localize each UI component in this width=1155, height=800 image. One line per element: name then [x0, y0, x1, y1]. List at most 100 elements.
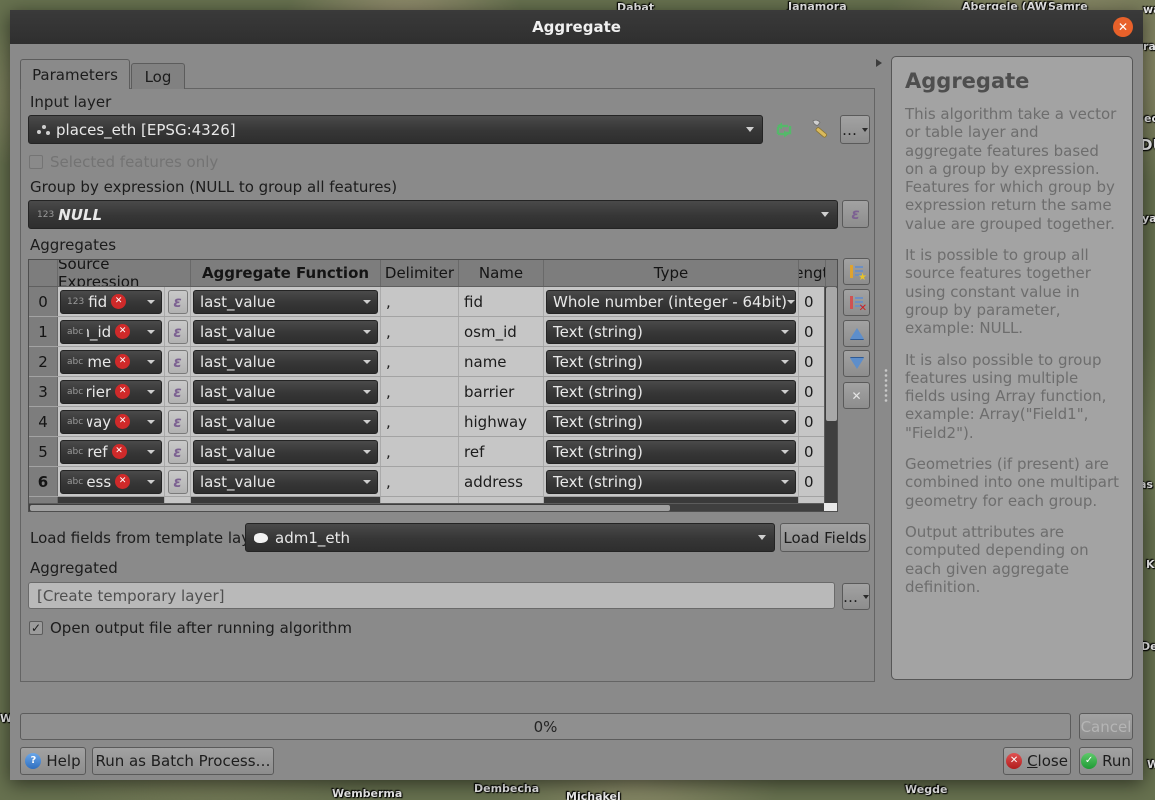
dialog-titlebar[interactable]: Aggregate ✕ [10, 10, 1143, 44]
remove-expression-icon[interactable]: ✕ [112, 444, 127, 459]
remove-aggregate-button[interactable]: ✕ [843, 289, 870, 316]
source-expression-select[interactable]: abcaddress✕ [60, 470, 162, 494]
row-number[interactable]: 2 [29, 347, 58, 376]
expression-builder-button[interactable]: ε [168, 470, 188, 494]
type-select[interactable]: Text (string) [546, 320, 796, 344]
scrollbar-handle[interactable] [30, 505, 670, 511]
column-header[interactable]: Delimiter [381, 260, 459, 286]
template-layer-select[interactable]: adm1_eth [245, 523, 775, 552]
add-aggregate-button[interactable]: ★ [843, 258, 870, 285]
source-expression-select[interactable]: abchighway✕ [60, 410, 162, 434]
delimiter-cell[interactable]: , [381, 467, 459, 496]
source-expression-select[interactable]: 123fid✕ [60, 290, 162, 314]
aggregate-function-select[interactable]: last_value [193, 410, 378, 434]
table-vertical-scrollbar[interactable] [824, 287, 837, 505]
name-cell[interactable]: barrier [459, 377, 544, 406]
move-down-button[interactable] [843, 350, 870, 377]
checkbox-checked-icon[interactable]: ✓ [29, 621, 43, 635]
open-output-checkbox[interactable]: ✓ Open output file after running algorit… [29, 619, 352, 637]
group-by-expression-select[interactable]: 123 NULL [28, 200, 838, 229]
column-header[interactable]: Source Expression [58, 260, 191, 286]
aggregate-function-select[interactable]: last_value [193, 290, 378, 314]
remove-expression-icon[interactable]: ✕ [115, 474, 130, 489]
delimiter-cell[interactable]: , [381, 317, 459, 346]
close-button[interactable]: ✕ Close [1003, 747, 1071, 775]
delimiter-cell[interactable]: , [381, 287, 459, 316]
length-cell[interactable]: 0 [799, 437, 826, 466]
group-by-expression-builder-button[interactable]: ε [842, 200, 869, 228]
name-cell[interactable]: ref [459, 437, 544, 466]
source-expression-select[interactable]: abcref✕ [60, 440, 162, 464]
length-cell[interactable]: 0 [799, 287, 826, 316]
column-header[interactable]: Aggregate Function [191, 260, 381, 286]
length-cell[interactable]: 0 [799, 467, 826, 496]
source-expression-select[interactable]: abcosm_id✕ [60, 320, 162, 344]
input-layer-browse-button[interactable]: … [840, 115, 870, 144]
iterate-over-layer-icon[interactable] [773, 119, 795, 141]
expression-builder-button[interactable]: ε [168, 380, 188, 404]
delimiter-cell[interactable]: , [381, 377, 459, 406]
source-expression-select[interactable]: abcbarrier✕ [60, 380, 162, 404]
delimiter-cell[interactable]: , [381, 347, 459, 376]
name-cell[interactable]: highway [459, 407, 544, 436]
scrollbar-handle[interactable] [826, 287, 837, 421]
aggregate-function-select[interactable]: last_value [193, 350, 378, 374]
column-header[interactable]: Type [544, 260, 799, 286]
move-up-button[interactable] [843, 320, 870, 347]
help-button[interactable]: ? Help [20, 747, 86, 775]
row-number[interactable]: 3 [29, 377, 58, 406]
aggregate-function-select[interactable]: last_value [193, 440, 378, 464]
type-select[interactable]: Whole number (integer - 64bit) [546, 290, 796, 314]
table-horizontal-scrollbar[interactable] [29, 503, 826, 511]
expression-builder-button[interactable]: ε [168, 440, 188, 464]
length-cell[interactable]: 0 [799, 317, 826, 346]
type-select[interactable]: Text (string) [546, 470, 796, 494]
column-header[interactable]: Length [799, 260, 826, 286]
type-select[interactable]: Text (string) [546, 350, 796, 374]
remove-expression-icon[interactable]: ✕ [111, 294, 126, 309]
output-destination-input[interactable]: [Create temporary layer] [28, 582, 835, 609]
remove-expression-icon[interactable]: ✕ [115, 354, 130, 369]
column-header[interactable] [29, 260, 58, 286]
panel-splitter-handle[interactable] [884, 368, 888, 404]
name-cell[interactable]: address [459, 467, 544, 496]
remove-expression-icon[interactable]: ✕ [115, 384, 130, 399]
expression-builder-button[interactable]: ε [168, 410, 188, 434]
name-cell[interactable]: fid [459, 287, 544, 316]
type-select[interactable]: Text (string) [546, 440, 796, 464]
clear-aggregates-button[interactable]: ✕ [843, 382, 870, 409]
aggregates-table[interactable]: Source ExpressionAggregate FunctionDelim… [28, 259, 838, 512]
aggregate-function-select[interactable]: last_value [193, 320, 378, 344]
row-number[interactable]: 5 [29, 437, 58, 466]
expression-builder-button[interactable]: ε [168, 290, 188, 314]
delimiter-cell[interactable]: , [381, 407, 459, 436]
aggregate-function-select[interactable]: last_value [193, 470, 378, 494]
row-number[interactable]: 1 [29, 317, 58, 346]
source-expression-select[interactable]: abcname✕ [60, 350, 162, 374]
row-number[interactable]: 6 [29, 467, 58, 496]
run-button[interactable]: ✓ Run [1079, 747, 1133, 775]
tab-log[interactable]: Log [131, 63, 185, 89]
type-select[interactable]: Text (string) [546, 380, 796, 404]
length-cell[interactable]: 0 [799, 407, 826, 436]
length-cell[interactable]: 0 [799, 347, 826, 376]
row-number[interactable]: 0 [29, 287, 58, 316]
load-fields-button[interactable]: Load Fields [780, 523, 870, 552]
advanced-options-wrench-icon[interactable] [809, 118, 833, 142]
delimiter-cell[interactable]: , [381, 437, 459, 466]
name-cell[interactable]: osm_id [459, 317, 544, 346]
output-browse-button[interactable]: … [842, 583, 870, 610]
window-close-icon[interactable]: ✕ [1113, 17, 1133, 37]
tab-parameters[interactable]: Parameters [20, 59, 130, 89]
run-batch-button[interactable]: Run as Batch Process… [92, 747, 274, 775]
name-cell[interactable]: name [459, 347, 544, 376]
length-cell[interactable]: 0 [799, 377, 826, 406]
remove-expression-icon[interactable]: ✕ [115, 324, 130, 339]
type-select[interactable]: Text (string) [546, 410, 796, 434]
row-number[interactable]: 4 [29, 407, 58, 436]
input-layer-select[interactable]: places_eth [EPSG:4326] [28, 115, 763, 144]
expression-builder-button[interactable]: ε [168, 320, 188, 344]
remove-expression-icon[interactable]: ✕ [115, 414, 130, 429]
column-header[interactable]: Name [459, 260, 544, 286]
aggregate-function-select[interactable]: last_value [193, 380, 378, 404]
